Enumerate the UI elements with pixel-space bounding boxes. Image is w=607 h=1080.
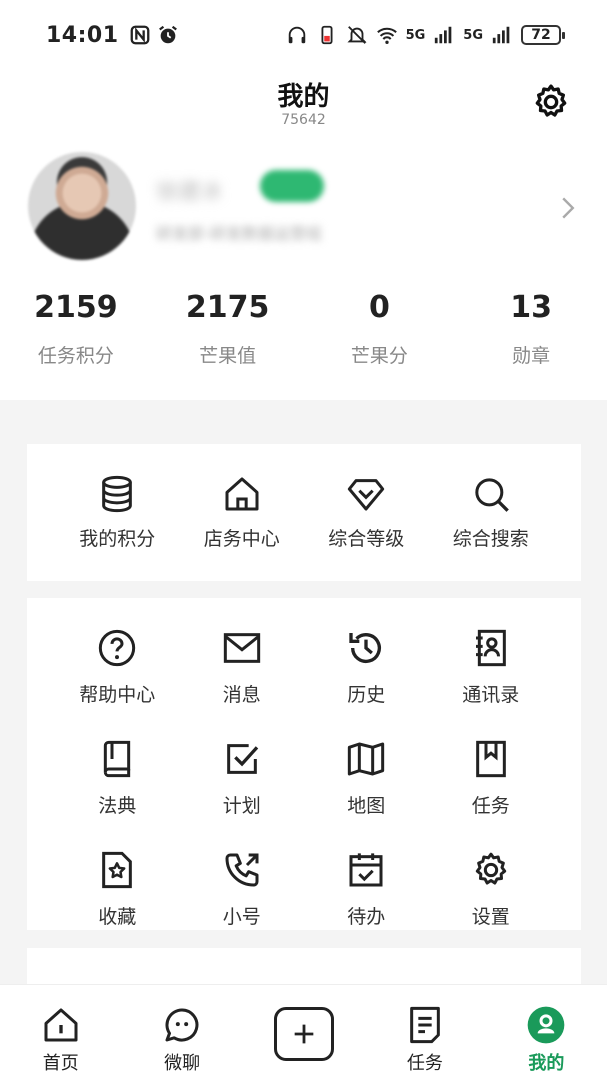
quick-store-center[interactable]: 店务中心 xyxy=(180,444,305,551)
tool-todo[interactable]: 待办 xyxy=(304,850,429,929)
nav-add[interactable] xyxy=(243,1005,364,1061)
tool-favorites[interactable]: 收藏 xyxy=(55,850,180,929)
signal-icon xyxy=(491,24,513,46)
favorite-icon xyxy=(102,851,133,889)
tool-alt-number[interactable]: 小号 xyxy=(180,850,305,929)
tool-plan[interactable]: 计划 xyxy=(180,739,305,818)
quick-overall-level[interactable]: 综合等级 xyxy=(304,444,429,551)
user-icon xyxy=(527,1006,565,1044)
home-icon xyxy=(225,477,259,511)
stat-mango-score[interactable]: 0 芒果分 xyxy=(304,290,456,368)
bottom-nav: 首页 微聊 任务 我的 xyxy=(0,984,607,1080)
mail-icon xyxy=(223,633,260,663)
stats-row: 2159 任务积分 2175 芒果值 0 芒果分 13 勋章 xyxy=(0,290,607,368)
map-icon xyxy=(348,742,385,776)
settings-gear-icon[interactable] xyxy=(531,82,571,122)
bookmark-icon xyxy=(475,740,506,778)
task-icon xyxy=(410,1006,440,1044)
gear-icon xyxy=(475,852,506,885)
user-id: 75642 xyxy=(281,112,326,128)
nav-tasks[interactable]: 任务 xyxy=(364,1005,485,1075)
history-icon xyxy=(349,633,382,664)
nav-chat[interactable]: 微聊 xyxy=(121,1005,242,1075)
wifi-icon xyxy=(376,24,398,46)
database-icon xyxy=(102,475,133,513)
network-label-1: 5G xyxy=(405,27,426,43)
diamond-icon xyxy=(348,479,385,511)
status-time: 14:01 xyxy=(46,22,119,48)
page-title: 我的 xyxy=(277,82,330,112)
tool-tasks[interactable]: 任务 xyxy=(429,739,554,818)
quick-global-search[interactable]: 综合搜索 xyxy=(429,444,554,551)
user-name: 徐建冰 xyxy=(156,180,223,205)
battery-indicator: 72 xyxy=(521,25,565,45)
checkbox-icon xyxy=(226,744,258,774)
tool-help-center[interactable]: 帮助中心 xyxy=(55,628,180,707)
home-icon xyxy=(44,1008,78,1042)
tool-contacts[interactable]: 通讯录 xyxy=(429,628,554,707)
book-icon xyxy=(104,740,131,778)
tool-map[interactable]: 地图 xyxy=(304,739,429,818)
headphones-icon xyxy=(286,24,308,46)
nfc-icon xyxy=(129,24,151,46)
tool-settings[interactable]: 设置 xyxy=(429,850,554,929)
signal-icon xyxy=(433,24,455,46)
tools-card: 帮助中心 消息 历史 通讯录 法典 计划 地图 任务 收藏 小号 待办 设置 xyxy=(27,598,581,930)
page-header: 我的 75642 xyxy=(0,70,607,140)
chat-icon xyxy=(165,1008,199,1042)
nav-home[interactable]: 首页 xyxy=(0,1005,121,1075)
profile-section[interactable]: 徐建冰 研发部-研发数据运营组 2159 任务积分 2175 芒果值 0 芒果分… xyxy=(0,140,607,400)
phone-icon xyxy=(225,853,259,887)
tool-history[interactable]: 历史 xyxy=(304,628,429,707)
alarm-icon xyxy=(157,24,179,46)
tool-messages[interactable]: 消息 xyxy=(180,628,305,707)
stat-medals[interactable]: 13 勋章 xyxy=(455,290,607,368)
tool-code-book[interactable]: 法典 xyxy=(55,739,180,818)
status-bar: 14:01 5G 5G 72 xyxy=(0,0,607,70)
user-department: 研发部-研发数据运营组 xyxy=(156,224,322,243)
phone-battery-icon xyxy=(316,24,338,46)
chevron-right-icon[interactable] xyxy=(559,196,577,220)
add-button[interactable] xyxy=(273,1007,334,1061)
nav-me[interactable]: 我的 xyxy=(486,1005,607,1075)
network-label-2: 5G xyxy=(463,27,483,43)
search-icon xyxy=(475,478,509,512)
quick-my-points[interactable]: 我的积分 xyxy=(55,444,180,551)
contacts-icon xyxy=(475,629,506,667)
stat-task-points[interactable]: 2159 任务积分 xyxy=(0,290,152,368)
help-icon xyxy=(99,629,136,667)
stat-mango-value[interactable]: 2175 芒果值 xyxy=(152,290,304,368)
mute-icon xyxy=(346,24,368,46)
calendar-check-icon xyxy=(349,853,383,887)
quick-actions-card: 我的积分 店务中心 综合等级 综合搜索 xyxy=(27,444,581,581)
plus-icon xyxy=(294,1024,313,1044)
status-badge xyxy=(260,170,324,202)
avatar[interactable] xyxy=(28,152,136,260)
